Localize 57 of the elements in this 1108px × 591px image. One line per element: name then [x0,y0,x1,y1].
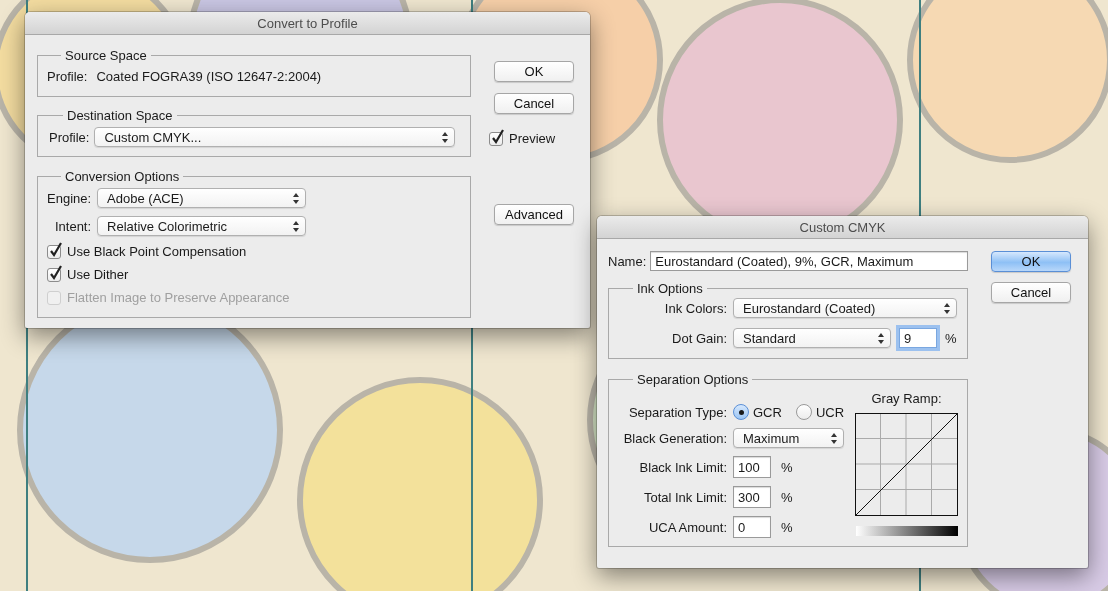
dialog-button[interactable]: Cancel [494,93,574,114]
checkbox[interactable] [47,244,61,259]
field-label: Engine: [47,190,92,206]
name-field[interactable]: Eurostandard (Coated), 9%, GCR, Maximum [650,251,968,271]
unit-label: % [781,459,793,475]
field-label: Separation Type: [627,404,727,420]
radio-button[interactable] [733,404,749,420]
profile-value: Coated FOGRA39 (ISO 12647-2:2004) [96,69,322,84]
chevron-updown-icon [293,192,300,204]
field-label: Name: [608,253,647,269]
dialog-button[interactable]: Cancel [991,282,1071,303]
window-title: Custom CMYK [799,219,886,235]
chevron-updown-icon [831,432,837,444]
unit-label: % [945,330,957,346]
graph-label: Gray Ramp: [871,391,942,406]
field-label: Black Ink Limit: [638,459,727,475]
engine-dropdown[interactable]: Adobe (ACE) [97,188,307,208]
group-label: Source Space [64,48,148,63]
radio-button[interactable] [795,404,812,420]
field-label: Total Ink Limit: [642,489,727,505]
advanced-button[interactable]: Advanced [494,204,574,225]
group-label: Destination Space [66,108,174,123]
dot-gain-dropdown[interactable]: Standard [733,328,891,348]
radio-label[interactable]: UCR [815,404,845,420]
field-label: Profile: [49,129,90,145]
field-label: Black Generation: [622,430,727,446]
ink-colors-dropdown[interactable]: Eurostandard (Coated) [733,298,957,318]
radio-label[interactable]: GCR [753,404,782,420]
group-label: Ink Options [636,281,704,296]
checkbox-label[interactable]: Preview [509,131,556,146]
dialog-button[interactable]: OK [991,251,1071,272]
chevron-updown-icon [944,302,950,314]
chevron-updown-icon [442,131,449,143]
window-title: Convert to Profile [257,15,358,31]
checkbox[interactable] [489,131,503,146]
field-label: Intent: [53,218,92,234]
dot-gain-field[interactable]: 9 [899,328,937,348]
field-label: Dot Gain: [671,330,727,346]
intent-dropdown[interactable]: Relative Colorimetric [97,216,307,236]
dialog-button[interactable]: OK [494,61,574,82]
field-label: UCA Amount: [647,519,727,535]
number-field[interactable]: 100 [733,456,771,478]
field-label: Ink Colors: [663,300,727,316]
checkbox-label[interactable]: Use Dither [67,267,129,282]
unit-label: % [781,519,793,535]
checkbox-label[interactable]: Use Black Point Compensation [67,244,247,259]
group-label: Separation Options [636,372,750,387]
field-label: Profile: [47,69,88,84]
chevron-updown-icon [293,220,300,232]
number-field[interactable]: 300 [733,486,771,508]
group-label: Conversion Options [64,169,181,184]
number-field[interactable]: 0 [733,516,771,538]
generation-mode-dropdown[interactable]: Maximum [733,428,844,448]
profile-dropdown[interactable]: Custom CMYK... [94,127,456,147]
unit-label: % [781,489,793,505]
checkbox[interactable] [47,267,61,282]
chevron-updown-icon [878,332,884,344]
